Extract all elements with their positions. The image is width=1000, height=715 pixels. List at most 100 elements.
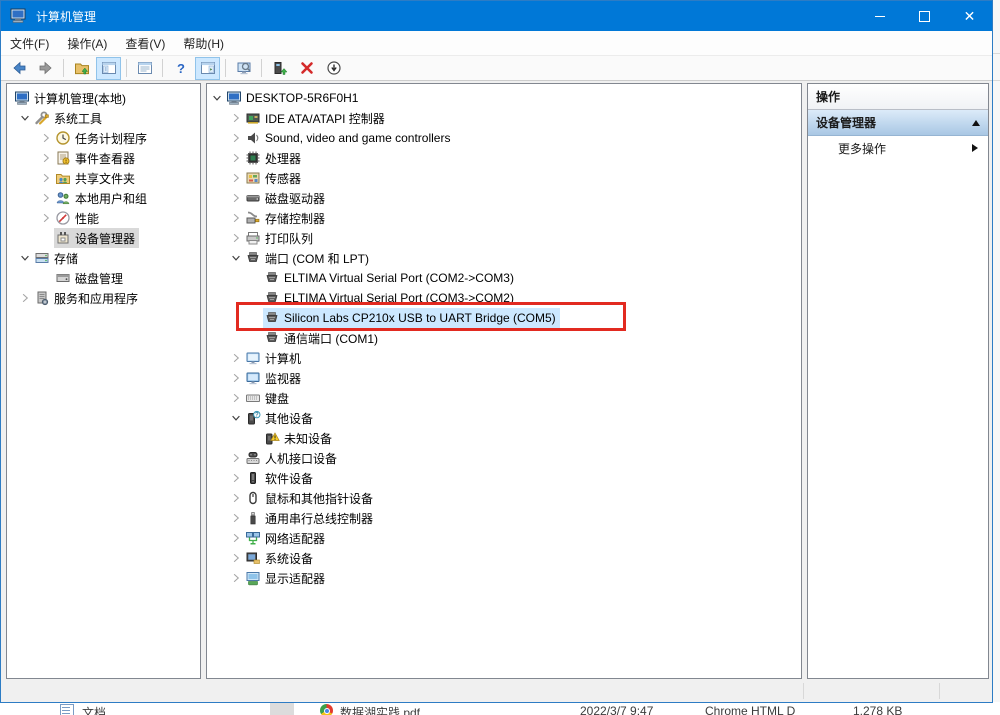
help-button[interactable]: ? bbox=[168, 57, 193, 80]
more-actions-label: 更多操作 bbox=[838, 140, 886, 157]
tree-item[interactable]: 显示适配器 bbox=[207, 568, 801, 588]
menu-file[interactable]: 文件(F) bbox=[1, 31, 58, 55]
chevron-collapsed-icon[interactable] bbox=[38, 150, 54, 166]
more-actions-item[interactable]: 更多操作 bbox=[808, 136, 988, 160]
tree-item-surface: 处理器 bbox=[244, 148, 305, 168]
chevron-collapsed-icon[interactable] bbox=[228, 530, 244, 546]
tree-item-label: 监视器 bbox=[265, 370, 301, 387]
tree-item[interactable]: DESKTOP-5R6F0H1 bbox=[207, 88, 801, 108]
chevron-collapsed-icon[interactable] bbox=[17, 290, 33, 306]
chevron-collapsed-icon[interactable] bbox=[228, 470, 244, 486]
chevron-collapsed-icon[interactable] bbox=[228, 450, 244, 466]
properties-button[interactable] bbox=[132, 57, 157, 80]
chevron-collapsed-icon[interactable] bbox=[228, 230, 244, 246]
tree-item[interactable]: 系统设备 bbox=[207, 548, 801, 568]
tree-item[interactable]: 网络适配器 bbox=[207, 528, 801, 548]
chevron-expanded-icon[interactable] bbox=[17, 250, 33, 266]
tree-item-surface: 显示适配器 bbox=[244, 568, 329, 588]
serial-port-icon bbox=[264, 270, 280, 286]
tree-item[interactable]: 计算机 bbox=[207, 348, 801, 368]
tree-item[interactable]: 存储控制器 bbox=[207, 208, 801, 228]
tree-item[interactable]: ?其他设备 bbox=[207, 408, 801, 428]
menu-bar: 文件(F) 操作(A) 查看(V) 帮助(H) bbox=[1, 31, 992, 56]
tree-item-label: IDE ATA/ATAPI 控制器 bbox=[265, 110, 385, 127]
tree-item[interactable]: 设备管理器 bbox=[7, 228, 200, 248]
tree-item[interactable]: 键盘 bbox=[207, 388, 801, 408]
actions-group-device-manager[interactable]: 设备管理器 bbox=[808, 110, 988, 136]
file-row[interactable]: 文档 数据湖实践.pdf 2022/3/7 9:47 Chrome HTML D… bbox=[0, 703, 1000, 715]
chevron-collapsed-icon[interactable] bbox=[228, 350, 244, 366]
tree-item[interactable]: 传感器 bbox=[207, 168, 801, 188]
tree-item[interactable]: Sound, video and game controllers bbox=[207, 128, 801, 148]
tree-item[interactable]: 打印队列 bbox=[207, 228, 801, 248]
file-name: 数据湖实践.pdf bbox=[340, 704, 420, 715]
tree-item[interactable]: 软件设备 bbox=[207, 468, 801, 488]
scan-hardware-changes-button[interactable] bbox=[267, 57, 292, 80]
chevron-expanded-icon[interactable] bbox=[228, 410, 244, 426]
titlebar[interactable]: 计算机管理 ✕ bbox=[1, 1, 992, 31]
scrollbar-thumb[interactable] bbox=[270, 703, 294, 715]
chevron-collapsed-icon[interactable] bbox=[228, 390, 244, 406]
back-button[interactable] bbox=[6, 57, 31, 80]
menu-view[interactable]: 查看(V) bbox=[116, 31, 174, 55]
show-console-tree-button[interactable] bbox=[96, 57, 121, 80]
tree-item-label: 通信端口 (COM1) bbox=[284, 330, 378, 347]
chevron-collapsed-icon[interactable] bbox=[38, 170, 54, 186]
chevron-collapsed-icon[interactable] bbox=[228, 490, 244, 506]
tree-item[interactable]: 任务计划程序 bbox=[7, 128, 200, 148]
disable-device-button[interactable] bbox=[321, 57, 346, 80]
tree-item[interactable]: 通信端口 (COM1) bbox=[207, 328, 801, 348]
tree-item[interactable]: 未知设备 bbox=[207, 428, 801, 448]
menu-help[interactable]: 帮助(H) bbox=[174, 31, 233, 55]
tree-item[interactable]: 磁盘驱动器 bbox=[207, 188, 801, 208]
tree-item-surface: 软件设备 bbox=[244, 468, 317, 488]
up-one-level-button[interactable] bbox=[69, 57, 94, 80]
tree-item[interactable]: 共享文件夹 bbox=[7, 168, 200, 188]
chevron-collapsed-icon[interactable] bbox=[228, 570, 244, 586]
chevron-collapsed-icon[interactable] bbox=[228, 210, 244, 226]
tree-item[interactable]: 计算机管理(本地) bbox=[7, 88, 200, 108]
tree-item[interactable]: 鼠标和其他指针设备 bbox=[207, 488, 801, 508]
tree-item[interactable]: 处理器 bbox=[207, 148, 801, 168]
chevron-collapsed-icon[interactable] bbox=[228, 130, 244, 146]
maximize-button[interactable] bbox=[902, 1, 947, 31]
tree-item[interactable]: 本地用户和组 bbox=[7, 188, 200, 208]
chevron-collapsed-icon[interactable] bbox=[228, 550, 244, 566]
chevron-collapsed-icon[interactable] bbox=[228, 110, 244, 126]
collapse-group-icon[interactable] bbox=[972, 120, 980, 126]
chevron-collapsed-icon[interactable] bbox=[38, 210, 54, 226]
uninstall-device-button[interactable] bbox=[294, 57, 319, 80]
tree-item[interactable]: 服务和应用程序 bbox=[7, 288, 200, 308]
chevron-collapsed-icon[interactable] bbox=[38, 190, 54, 206]
chevron-collapsed-icon[interactable] bbox=[38, 130, 54, 146]
tree-item[interactable]: 事件查看器 bbox=[7, 148, 200, 168]
tree-item[interactable]: 监视器 bbox=[207, 368, 801, 388]
minimize-button[interactable] bbox=[857, 1, 902, 31]
tree-item-surface: 通信端口 (COM1) bbox=[263, 328, 382, 348]
tree-item[interactable]: 性能 bbox=[7, 208, 200, 228]
chevron-collapsed-icon[interactable] bbox=[228, 170, 244, 186]
tree-item[interactable]: 存储 bbox=[7, 248, 200, 268]
tree-item[interactable]: Silicon Labs CP210x USB to UART Bridge (… bbox=[207, 308, 801, 328]
forward-button[interactable] bbox=[33, 57, 58, 80]
chevron-collapsed-icon[interactable] bbox=[228, 150, 244, 166]
chevron-expanded-icon[interactable] bbox=[209, 90, 225, 106]
chevron-collapsed-icon[interactable] bbox=[228, 510, 244, 526]
tree-item[interactable]: ELTIMA Virtual Serial Port (COM3->COM2) bbox=[207, 288, 801, 308]
tree-item[interactable]: 磁盘管理 bbox=[7, 268, 200, 288]
chevron-expanded-icon[interactable] bbox=[228, 250, 244, 266]
close-button[interactable]: ✕ bbox=[947, 1, 992, 31]
tree-item[interactable]: 通用串行总线控制器 bbox=[207, 508, 801, 528]
tree-item[interactable]: 端口 (COM 和 LPT) bbox=[207, 248, 801, 268]
menu-action[interactable]: 操作(A) bbox=[58, 31, 116, 55]
tree-item[interactable]: 人机接口设备 bbox=[207, 448, 801, 468]
show-action-pane-button[interactable] bbox=[195, 57, 220, 80]
chevron-collapsed-icon[interactable] bbox=[228, 190, 244, 206]
tree-item[interactable]: 系统工具 bbox=[7, 108, 200, 128]
chevron-collapsed-icon[interactable] bbox=[228, 370, 244, 386]
tree-item[interactable]: IDE ATA/ATAPI 控制器 bbox=[207, 108, 801, 128]
search-button[interactable] bbox=[231, 57, 256, 80]
chevron-placeholder bbox=[247, 330, 263, 346]
tree-item[interactable]: ELTIMA Virtual Serial Port (COM2->COM3) bbox=[207, 268, 801, 288]
chevron-expanded-icon[interactable] bbox=[17, 110, 33, 126]
